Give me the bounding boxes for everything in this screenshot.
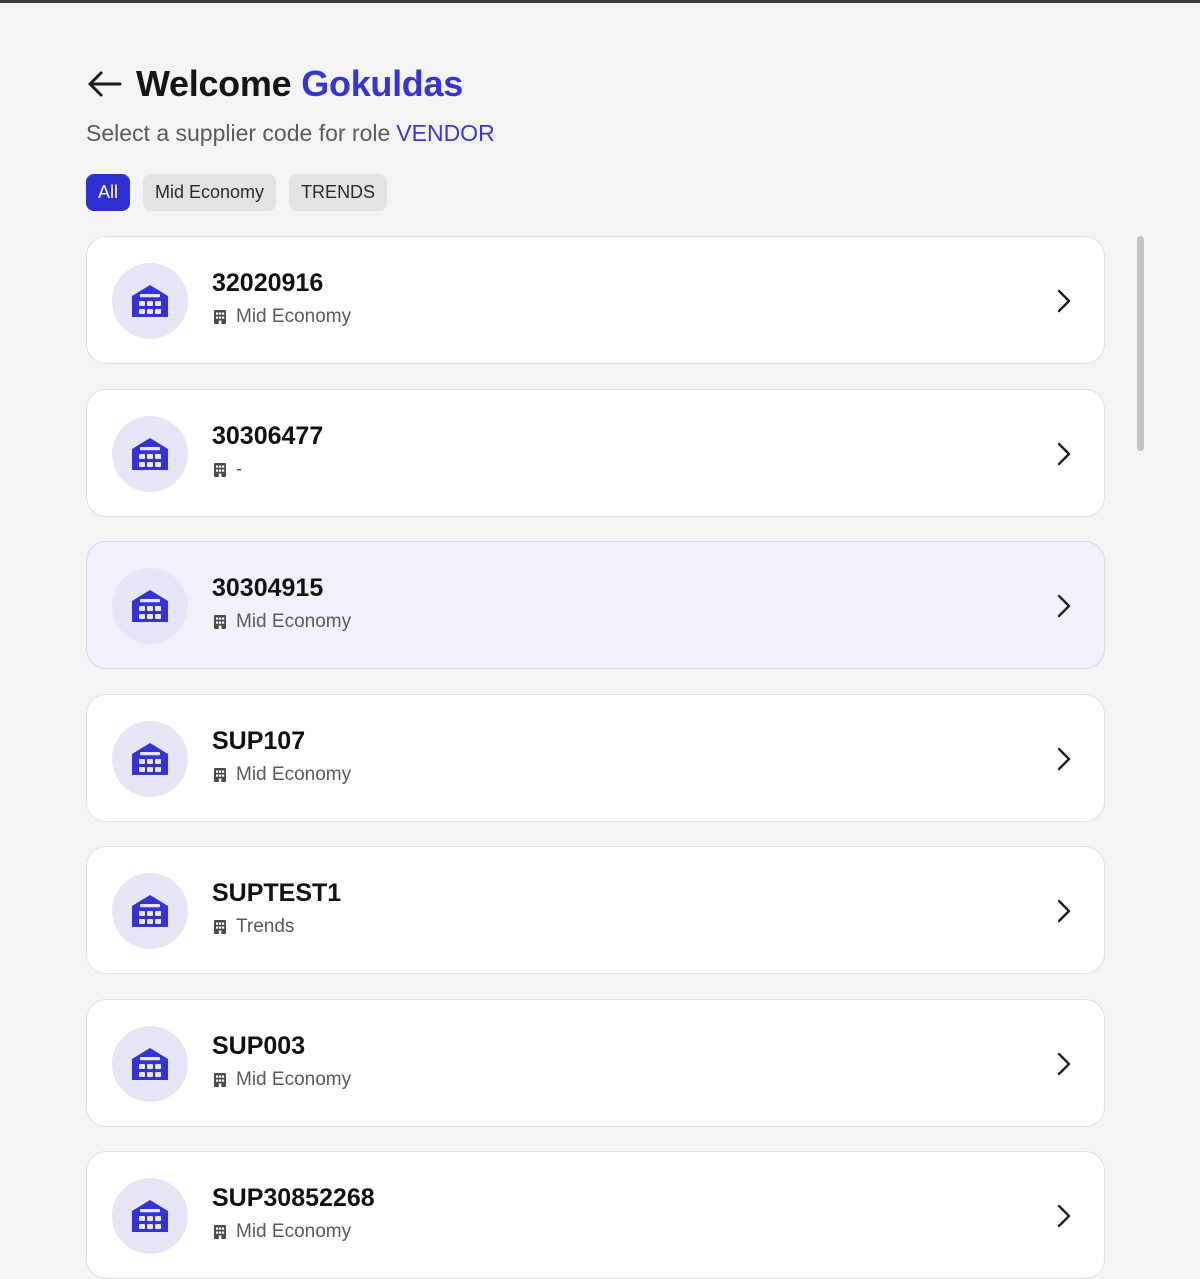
warehouse-icon [129, 890, 171, 932]
warehouse-icon [129, 1195, 171, 1237]
supplier-code: 32020916 [212, 269, 324, 297]
segment-label: Mid Economy [236, 763, 352, 785]
page-header: Welcome Gokuldas [86, 62, 463, 106]
page-subtitle: Select a supplier code for role VENDOR [86, 118, 495, 148]
supplier-avatar [112, 568, 188, 644]
supplier-card[interactable]: SUP107 Mid Economy [86, 693, 1105, 822]
building-icon [213, 767, 227, 783]
filter-chip-trends[interactable]: TRENDS [289, 174, 388, 211]
back-button[interactable] [86, 66, 122, 102]
supplier-code: SUP30852268 [212, 1184, 375, 1212]
warehouse-icon [129, 433, 171, 475]
filter-chips: All Mid Economy TRENDS [86, 174, 388, 211]
supplier-code: 30304915 [212, 574, 324, 602]
chevron-right-icon[interactable] [1052, 1050, 1076, 1078]
arrow-left-icon [88, 71, 122, 97]
supplier-code: SUP003 [212, 1031, 306, 1060]
page-title: Welcome Gokuldas [136, 62, 463, 106]
welcome-label: Welcome [136, 63, 292, 104]
segment-label: Mid Economy [236, 1221, 352, 1242]
supplier-segment: Mid Economy [213, 1220, 351, 1244]
segment-label: Mid Economy [236, 611, 352, 632]
segment-label: Trends [236, 916, 295, 937]
supplier-card[interactable]: 30306477 - [86, 388, 1105, 517]
supplier-segment: Trends [213, 915, 294, 939]
supplier-segment: Mid Economy [213, 610, 351, 634]
building-icon [213, 614, 227, 630]
user-name: Gokuldas [301, 63, 463, 104]
supplier-selection-page: Welcome Gokuldas Select a supplier code f… [0, 0, 1200, 1279]
segment-label: - [236, 458, 243, 480]
role-label: VENDOR [396, 120, 495, 146]
supplier-code: 30306477 [212, 421, 324, 450]
supplier-avatar [112, 415, 188, 492]
building-icon [213, 462, 227, 478]
segment-label: Mid Economy [236, 1068, 352, 1090]
building-icon [213, 919, 227, 935]
supplier-card[interactable]: 30304915 Mid Economy [86, 541, 1105, 669]
chevron-right-icon[interactable] [1052, 745, 1076, 773]
supplier-segment: - [213, 458, 242, 482]
supplier-segment: Mid Economy [213, 1068, 351, 1092]
filter-chip-all[interactable]: All [86, 174, 131, 211]
supplier-avatar [112, 1178, 188, 1254]
supplier-avatar [112, 720, 188, 797]
warehouse-icon [129, 738, 171, 780]
supplier-segment: Mid Economy [213, 305, 351, 329]
scrollbar[interactable] [1133, 236, 1144, 1263]
supplier-card[interactable]: SUP003 Mid Economy [86, 998, 1105, 1127]
supplier-avatar [112, 1025, 188, 1102]
segment-label: Mid Economy [236, 306, 352, 327]
supplier-avatar [112, 873, 188, 949]
chevron-right-icon[interactable] [1052, 592, 1076, 620]
supplier-card[interactable]: 32020916 Mid Economy [86, 236, 1105, 364]
supplier-card[interactable]: SUPTEST1 Trends [86, 846, 1105, 974]
supplier-segment: Mid Economy [213, 763, 351, 787]
filter-chip-mid-economy[interactable]: Mid Economy [143, 174, 277, 211]
supplier-code: SUPTEST1 [212, 879, 342, 907]
supplier-avatar [112, 263, 188, 339]
warehouse-icon [129, 585, 171, 627]
top-border [0, 0, 1200, 3]
chevron-right-icon[interactable] [1052, 1202, 1076, 1230]
building-icon [213, 309, 227, 325]
scrollbar-thumb[interactable] [1137, 236, 1144, 451]
chevron-right-icon[interactable] [1052, 440, 1076, 468]
supplier-code: SUP107 [212, 726, 306, 755]
subtitle-text: Select a supplier code for role [86, 120, 391, 146]
chevron-right-icon[interactable] [1052, 897, 1076, 925]
warehouse-icon [129, 280, 171, 322]
building-icon [213, 1072, 227, 1088]
warehouse-icon [129, 1043, 171, 1085]
chevron-right-icon[interactable] [1052, 287, 1076, 315]
supplier-card[interactable]: SUP30852268 Mid Economy [86, 1151, 1105, 1279]
building-icon [213, 1224, 227, 1240]
